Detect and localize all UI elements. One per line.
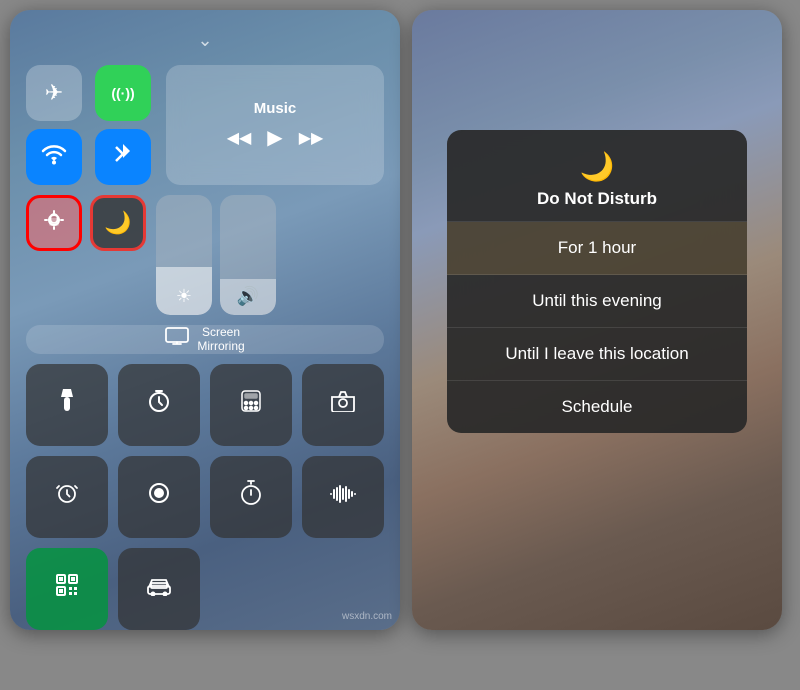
right-panel: 🌙 Do Not Disturb For 1 hour Until this e…: [412, 10, 782, 630]
bluetooth-icon: [112, 140, 134, 174]
screen-mirroring-label: ScreenMirroring: [197, 325, 244, 354]
wifi-icon: [40, 143, 68, 171]
next-track-button[interactable]: ▶▶: [299, 128, 324, 148]
dnd-moon-icon: 🌙: [580, 150, 615, 183]
top-row: ✈ ((·)): [26, 65, 384, 185]
dnd-popup-title: Do Not Disturb: [537, 189, 657, 209]
soundwave-icon: [330, 483, 356, 511]
bluetooth-button[interactable]: [95, 129, 151, 185]
soundwave-button[interactable]: [302, 456, 384, 538]
dnd-popup: 🌙 Do Not Disturb For 1 hour Until this e…: [447, 130, 747, 433]
wifi-button[interactable]: [26, 129, 82, 185]
volume-slider[interactable]: 🔊: [220, 195, 276, 315]
camera-icon: [330, 390, 356, 419]
orientation-lock-button[interactable]: [26, 195, 82, 251]
screen-mirroring-button[interactable]: ScreenMirroring: [26, 325, 384, 354]
icons-grid: [26, 364, 384, 630]
dnd-popup-header: 🌙 Do Not Disturb: [447, 130, 747, 222]
music-controls: ◀◀ ▶ ▶▶: [227, 125, 324, 150]
timer-icon: [147, 389, 171, 420]
slider-container: ☀ 🔊: [156, 195, 276, 315]
chevron-down-icon[interactable]: ⌄: [26, 30, 384, 51]
do-not-disturb-button[interactable]: 🌙: [90, 195, 146, 251]
timer-button[interactable]: [118, 364, 200, 446]
alarm-button[interactable]: [26, 456, 108, 538]
flashlight-icon: [56, 388, 78, 421]
second-row: 🌙 ☀ 🔊: [26, 195, 384, 315]
connectivity-grid: ✈ ((·)): [26, 65, 156, 185]
cellular-button[interactable]: ((·)): [95, 65, 151, 121]
music-widget: Music ◀◀ ▶ ▶▶: [166, 65, 384, 185]
camera-button[interactable]: [302, 364, 384, 446]
calculator-icon: [240, 389, 262, 420]
calculator-button[interactable]: [210, 364, 292, 446]
dnd-option-leave-location[interactable]: Until I leave this location: [447, 328, 747, 381]
watermark: wsxdn.com: [342, 611, 392, 622]
car-button[interactable]: [118, 548, 200, 630]
brightness-slider[interactable]: ☀: [156, 195, 212, 315]
brightness-icon: ☀: [176, 286, 192, 307]
flashlight-button[interactable]: [26, 364, 108, 446]
airplane-mode-button[interactable]: ✈: [26, 65, 82, 121]
small-buttons-group: 🌙: [26, 195, 146, 251]
record-icon: [147, 481, 171, 512]
play-button[interactable]: ▶: [267, 125, 282, 150]
record-button[interactable]: [118, 456, 200, 538]
screen-mirroring-icon: [165, 327, 189, 351]
music-title: Music: [254, 100, 297, 117]
volume-icon: 🔊: [237, 286, 259, 307]
alarm-icon: [55, 481, 79, 512]
cellular-icon: ((·)): [111, 85, 134, 101]
stopwatch-icon: [239, 480, 263, 513]
qr-code-button[interactable]: [26, 548, 108, 630]
dnd-option-schedule[interactable]: Schedule: [447, 381, 747, 433]
moon-icon: 🌙: [104, 210, 131, 236]
airplane-icon: ✈: [45, 80, 63, 106]
orientation-lock-icon: [42, 208, 66, 238]
qr-icon: [55, 573, 79, 604]
control-center-panel: ⌄ ✈ ((·)): [10, 10, 400, 630]
car-icon: [146, 574, 172, 603]
stopwatch-button[interactable]: [210, 456, 292, 538]
dnd-option-until-evening[interactable]: Until this evening: [447, 275, 747, 328]
prev-track-button[interactable]: ◀◀: [227, 128, 252, 148]
dnd-option-for-1-hour[interactable]: For 1 hour: [447, 222, 747, 275]
